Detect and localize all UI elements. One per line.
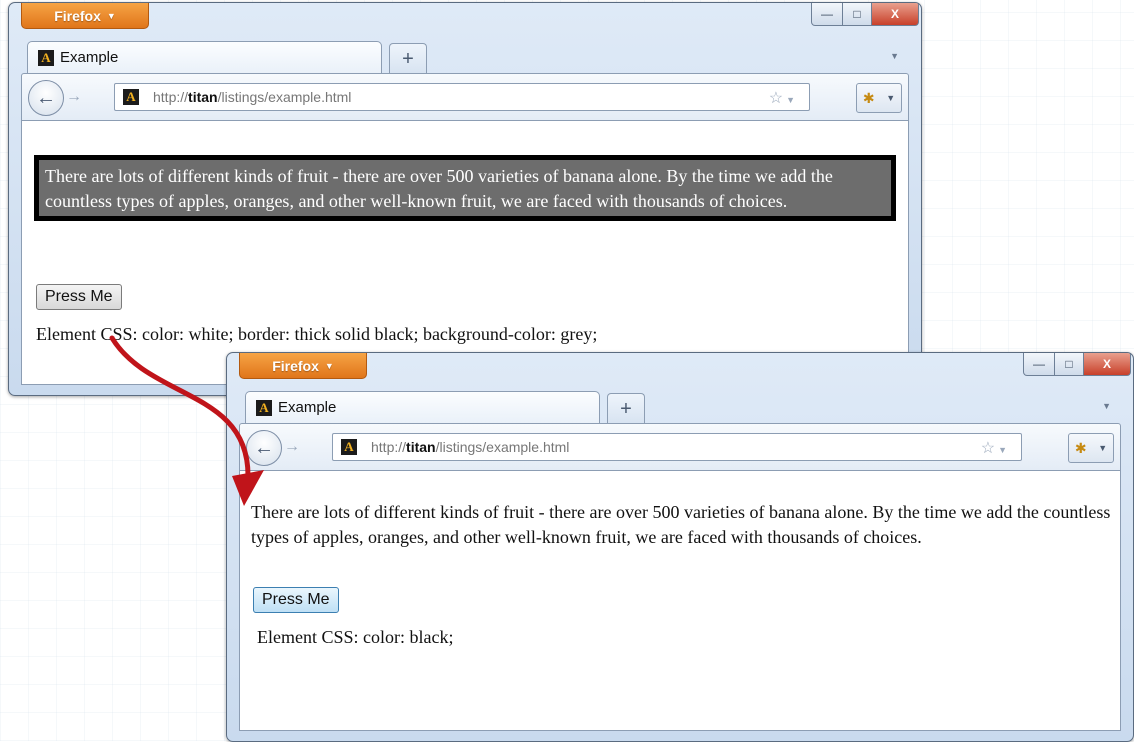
plain-paragraph: There are lots of different kinds of fru… [251, 502, 1111, 547]
url-bar[interactable]: A http://titan/listings/example.html ☆ ▼ [332, 433, 1022, 461]
minimize-button[interactable]: — [811, 3, 843, 26]
firefox-menu-button[interactable]: Firefox ▼ [21, 3, 149, 29]
plus-icon: + [402, 47, 414, 70]
close-icon: X [890, 7, 899, 21]
element-css-text: Element CSS: color: white; border: thick… [36, 324, 598, 344]
url-prefix: http:// [371, 439, 407, 455]
firefox-menu-label: Firefox [272, 357, 319, 374]
forward-button[interactable]: → [66, 88, 82, 106]
url-path: /listings/example.html [435, 439, 570, 455]
close-icon: X [1102, 357, 1111, 371]
back-button[interactable]: ← [28, 80, 64, 116]
press-me-button[interactable]: Press Me [36, 284, 122, 310]
navigation-toolbar: ← → A http://titan/listings/example.html… [239, 423, 1121, 471]
back-arrow-icon: ← [254, 436, 274, 459]
tab-list-dropdown-icon[interactable]: ▼ [890, 51, 899, 61]
chevron-down-icon: ▼ [886, 93, 896, 103]
addon-icon: ✱ [862, 89, 875, 106]
addon-button[interactable]: ✱ ▼ [856, 83, 902, 113]
bookmark-star-icon[interactable]: ☆ ▼ [981, 438, 1007, 458]
window-controls: — □ X [811, 3, 919, 26]
url-path: /listings/example.html [217, 89, 352, 105]
maximize-icon: □ [853, 7, 861, 21]
bookmark-star-icon[interactable]: ☆ ▼ [769, 88, 795, 108]
tab-example[interactable]: A Example [27, 41, 382, 73]
url-host: titan [406, 439, 436, 455]
favicon-icon: A [38, 49, 54, 66]
addon-icon: ✱ [1074, 439, 1087, 456]
tab-title: Example [278, 399, 337, 416]
favicon-icon: A [256, 399, 272, 416]
site-identity-icon: A [123, 89, 139, 105]
navigation-toolbar: ← → A http://titan/listings/example.html… [21, 73, 909, 121]
close-button[interactable]: X [872, 3, 919, 26]
url-prefix: http:// [153, 89, 189, 105]
tab-example[interactable]: A Example [245, 391, 600, 423]
press-me-button[interactable]: Press Me [253, 587, 339, 613]
plus-icon: + [620, 397, 632, 420]
firefox-menu-button[interactable]: Firefox ▼ [239, 353, 367, 379]
back-arrow-icon: ← [36, 86, 56, 109]
tab-list-dropdown-icon[interactable]: ▼ [1102, 401, 1111, 411]
forward-arrow-icon: → [66, 88, 82, 105]
chevron-down-icon: ▼ [106, 10, 116, 21]
close-button[interactable]: X [1084, 353, 1131, 376]
url-host: titan [188, 89, 218, 105]
maximize-icon: □ [1065, 357, 1073, 371]
firefox-menu-label: Firefox [54, 7, 101, 24]
site-identity-icon: A [341, 439, 357, 455]
forward-arrow-icon: → [284, 438, 300, 455]
maximize-button[interactable]: □ [843, 3, 872, 26]
new-tab-button[interactable]: + [389, 43, 427, 74]
minimize-icon: — [821, 7, 833, 21]
forward-button[interactable]: → [284, 438, 300, 456]
browser-window-before: Firefox ▼ — □ X A Example + ▼ ← → A http… [8, 2, 922, 396]
styled-paragraph: There are lots of different kinds of fru… [34, 155, 896, 221]
url-bar[interactable]: A http://titan/listings/example.html ☆ ▼ [114, 83, 810, 111]
page-content: There are lots of different kinds of fru… [239, 471, 1121, 731]
minimize-button[interactable]: — [1023, 353, 1055, 376]
new-tab-button[interactable]: + [607, 393, 645, 424]
element-css-text: Element CSS: color: black; [257, 627, 454, 647]
page-content: There are lots of different kinds of fru… [21, 121, 909, 385]
tab-title: Example [60, 49, 119, 66]
minimize-icon: — [1033, 357, 1045, 371]
browser-window-after: Firefox ▼ — □ X A Example + ▼ ← → A http… [226, 352, 1134, 742]
window-controls: — □ X [1023, 353, 1131, 376]
chevron-down-icon: ▼ [324, 360, 334, 371]
back-button[interactable]: ← [246, 430, 282, 466]
addon-button[interactable]: ✱ ▼ [1068, 433, 1114, 463]
chevron-down-icon: ▼ [1098, 443, 1108, 453]
maximize-button[interactable]: □ [1055, 353, 1084, 376]
